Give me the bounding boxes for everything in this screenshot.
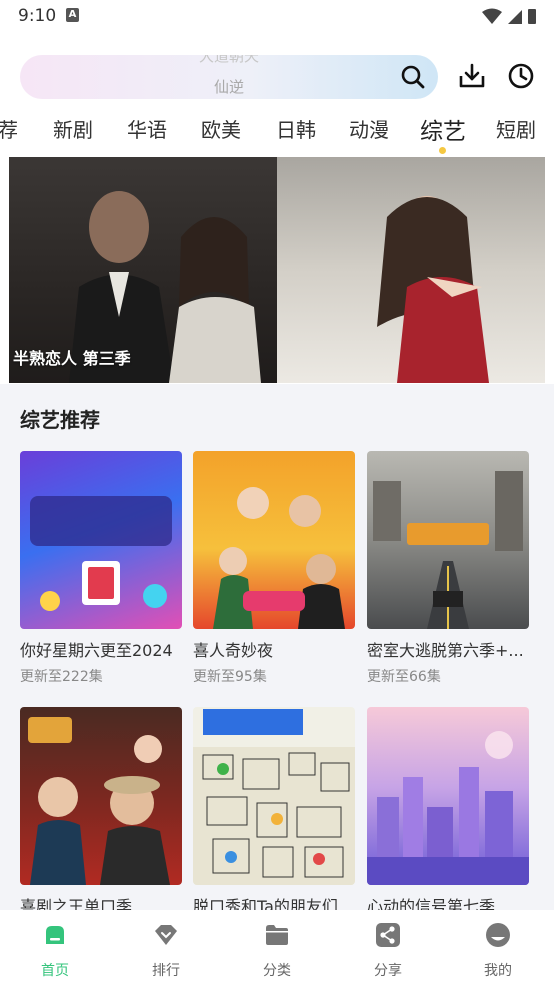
show-update: 更新至222集 <box>20 669 103 685</box>
nav-label: 分类 <box>263 963 291 979</box>
show-poster <box>193 451 355 629</box>
system-status-icons <box>482 8 536 24</box>
variety-content: 综艺推荐 你好星期六更至2024 更新至222集 喜人奇妙夜 更新至95集 密室… <box>0 384 554 916</box>
show-name: 喜人奇妙夜 <box>193 641 274 660</box>
banner-image-right <box>277 157 545 383</box>
show-poster <box>20 707 182 885</box>
nav-share[interactable]: 分享 <box>348 922 428 980</box>
nav-label: 首页 <box>41 963 69 979</box>
tab-chinese[interactable]: 华语 <box>127 114 167 143</box>
show-poster <box>367 451 529 629</box>
status-bar: 9:10 A <box>0 0 554 32</box>
show-poster <box>20 451 182 629</box>
tab-japan-korea[interactable]: 日韩 <box>276 114 316 143</box>
ranking-icon <box>155 925 177 945</box>
show-poster <box>193 707 355 885</box>
show-card[interactable]: 心动的信号第七季 <box>367 707 529 916</box>
status-time: 9:10 <box>18 6 57 26</box>
show-poster <box>367 707 529 885</box>
profile-icon <box>486 923 510 947</box>
active-tab-indicator <box>439 147 446 154</box>
show-name: 密室大逃脱第六季+... <box>367 641 524 660</box>
nav-category[interactable]: 分类 <box>237 922 317 980</box>
bottom-navigation: 首页 排行 分类 分享 我的 <box>0 910 554 984</box>
show-update: 更新至95集 <box>193 669 267 685</box>
download-icon[interactable] <box>457 61 487 91</box>
share-icon <box>376 923 400 947</box>
nav-label: 分享 <box>374 963 402 979</box>
show-card[interactable]: 密室大逃脱第六季+... 更新至66集 <box>367 451 529 685</box>
show-name: 你好星期六更至2024 <box>20 641 173 660</box>
nav-label: 我的 <box>484 963 512 979</box>
show-update: 更新至66集 <box>367 669 441 685</box>
search-hint: 仙逆 <box>213 78 244 96</box>
tab-short-drama[interactable]: 短剧 <box>496 114 536 143</box>
notification-a-icon: A <box>66 8 79 22</box>
banner-title: 半熟恋人 第三季 <box>13 349 131 368</box>
search-bar[interactable]: 大道朝天 仙逆 <box>20 55 438 99</box>
search-hint-previous: 大道朝天 <box>198 55 259 65</box>
show-card[interactable]: 喜人奇妙夜 更新至95集 <box>193 451 355 685</box>
tab-recommend[interactable]: 荐 <box>0 114 18 143</box>
category-tabs: 荐 新剧 华语 欧美 日韩 动漫 综艺 短剧 <box>0 110 554 156</box>
tab-variety[interactable]: 综艺 <box>420 112 466 146</box>
tab-new-drama[interactable]: 新剧 <box>53 114 93 143</box>
nav-profile[interactable]: 我的 <box>458 922 538 980</box>
nav-ranking[interactable]: 排行 <box>126 922 206 980</box>
history-clock-icon[interactable] <box>506 61 536 91</box>
tab-anime[interactable]: 动漫 <box>349 114 389 143</box>
featured-banner[interactable]: 半熟恋人 第三季 <box>9 157 545 383</box>
tab-western[interactable]: 欧美 <box>201 114 241 143</box>
show-card[interactable]: 你好星期六更至2024 更新至222集 <box>20 451 182 685</box>
nav-label: 排行 <box>152 963 180 979</box>
category-folder-icon <box>266 925 288 945</box>
show-card[interactable]: 喜剧之王单口季 <box>20 707 182 916</box>
nav-home[interactable]: 首页 <box>15 922 95 980</box>
show-card[interactable]: 脱口秀和Ta的朋友们 <box>193 707 355 916</box>
search-icon[interactable] <box>400 64 426 90</box>
home-icon <box>46 926 64 944</box>
section-title: 综艺推荐 <box>20 408 100 432</box>
